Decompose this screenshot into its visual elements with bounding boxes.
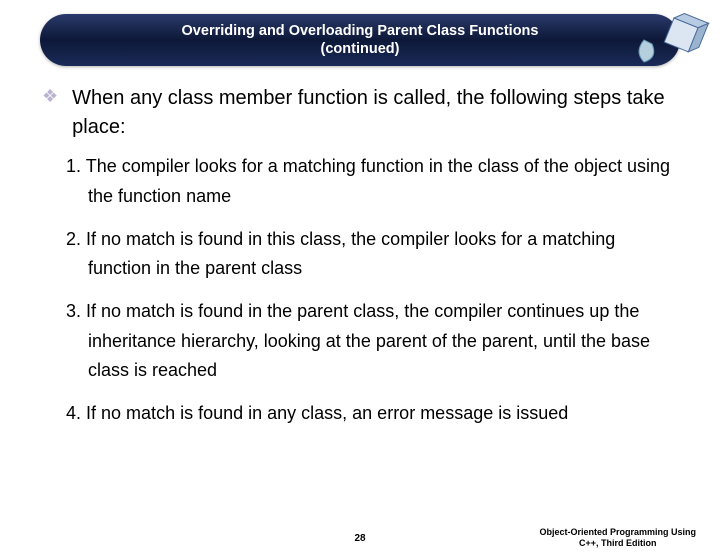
- list-item: 1. The compiler looks for a matching fun…: [66, 152, 672, 211]
- step-text: If no match is found in this class, the …: [86, 229, 615, 279]
- step-text: If no match is found in any class, an er…: [86, 403, 568, 423]
- slide-title-bar: Overriding and Overloading Parent Class …: [40, 14, 680, 66]
- footer-credit-line1: Object-Oriented Programming Using: [539, 527, 696, 537]
- slide-content: ❖ When any class member function is call…: [0, 66, 720, 429]
- intro-bullet: ❖ When any class member function is call…: [42, 84, 686, 142]
- slide-title-line1: Overriding and Overloading Parent Class …: [60, 22, 660, 40]
- slide-title-line2: (continued): [60, 40, 660, 58]
- step-text: The compiler looks for a matching functi…: [86, 156, 670, 206]
- diamond-bullet-icon: ❖: [42, 84, 58, 108]
- list-item: 4. If no match is found in any class, an…: [66, 399, 672, 429]
- step-number: 1.: [66, 156, 81, 176]
- step-text: If no match is found in the parent class…: [86, 301, 650, 380]
- step-number: 3.: [66, 301, 81, 321]
- step-number: 4.: [66, 403, 81, 423]
- footer-credit: Object-Oriented Programming Using C++, T…: [539, 527, 696, 549]
- intro-text: When any class member function is called…: [72, 84, 686, 142]
- list-item: 3. If no match is found in the parent cl…: [66, 297, 672, 386]
- corner-cube-decoration: [634, 8, 712, 68]
- list-item: 2. If no match is found in this class, t…: [66, 225, 672, 284]
- step-number: 2.: [66, 229, 81, 249]
- steps-list: 1. The compiler looks for a matching fun…: [34, 152, 686, 429]
